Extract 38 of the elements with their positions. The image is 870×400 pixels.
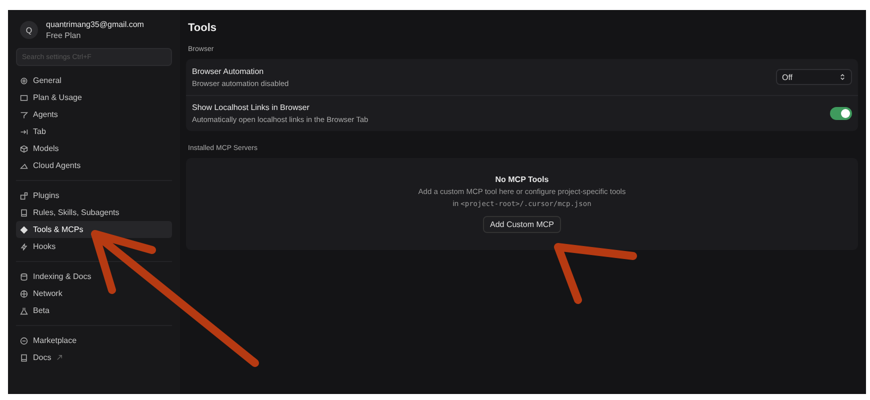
sidebar-item[interactable]: Tools & MCPs: [16, 221, 172, 238]
sidebar-item[interactable]: Plugins: [16, 187, 172, 204]
add-custom-mcp-button[interactable]: Add Custom MCP: [482, 216, 562, 233]
toggle-switch[interactable]: [830, 107, 852, 120]
sidebar-item[interactable]: Indexing & Docs: [16, 268, 172, 285]
sidebar-item[interactable]: Cloud Agents: [16, 157, 172, 174]
sidebar-item[interactable]: Docs: [16, 349, 172, 366]
book-icon: [20, 354, 28, 362]
avatar: Q: [20, 21, 38, 39]
account-email: quantrimang35@gmail.com: [46, 20, 144, 29]
sidebar-item[interactable]: Tab: [16, 123, 172, 140]
diamond-icon: [20, 226, 28, 234]
flask-icon: [20, 306, 28, 314]
sidebar-item[interactable]: Network: [16, 285, 172, 302]
sidebar-item[interactable]: General: [16, 72, 172, 89]
setting-title: Browser Automation: [192, 66, 265, 76]
sidebar-item[interactable]: Agents: [16, 106, 172, 123]
globe-icon: [20, 290, 28, 298]
book-icon: [20, 208, 28, 216]
tab-key-icon: [20, 128, 28, 136]
bolt-icon: [20, 242, 28, 250]
card-icon: [20, 94, 28, 102]
sidebar-item[interactable]: Beta: [16, 302, 172, 319]
account-plan: Free Plan: [46, 31, 82, 40]
setting-title: Show Localhost Links in Browser: [192, 103, 310, 112]
sidebar-item[interactable]: Plan & Usage: [16, 89, 172, 106]
sidebar-item[interactable]: Marketplace: [16, 332, 172, 349]
gear-icon: [20, 76, 28, 84]
select-dropdown[interactable]: Off: [776, 69, 852, 85]
sidebar-item[interactable]: Hooks: [16, 238, 172, 255]
blocks-icon: [20, 192, 28, 200]
empty-title: No MCP Tools: [495, 175, 549, 184]
sidebar-item[interactable]: Rules, Skills, Subagents: [16, 204, 172, 221]
page-title: Tools: [188, 22, 218, 34]
chevrons-icon: [839, 73, 846, 81]
database-icon: [20, 272, 28, 280]
sidebar-item[interactable]: Models: [16, 140, 172, 157]
cube-icon: [20, 144, 28, 152]
